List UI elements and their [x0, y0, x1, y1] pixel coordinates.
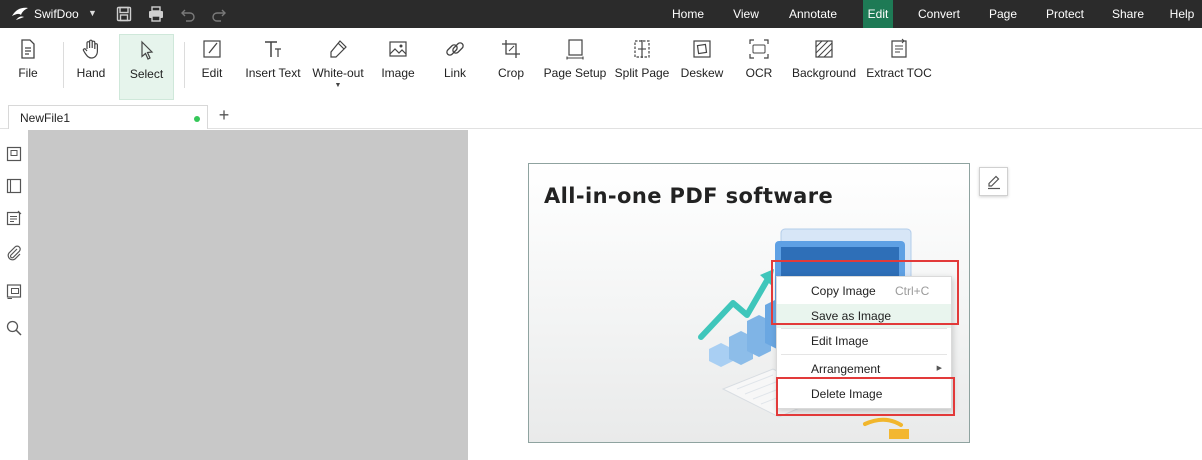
tool-label: Edit	[201, 66, 223, 80]
tool-label: Hand	[76, 66, 106, 80]
tool-file[interactable]: File	[8, 34, 48, 100]
print-icon[interactable]	[147, 5, 165, 23]
menu-convert[interactable]: Convert	[908, 0, 970, 28]
left-sidebar	[0, 130, 28, 460]
unsaved-status-dot	[194, 116, 200, 122]
menu-edit[interactable]: Edit	[863, 0, 893, 28]
tool-label: Insert Text	[245, 66, 301, 80]
tool-ocr[interactable]: OCR	[740, 34, 778, 100]
annotation-list-icon[interactable]	[5, 209, 23, 227]
tool-white-out[interactable]: White-out ▼	[308, 34, 368, 100]
app-name[interactable]: SwifDoo	[34, 7, 79, 21]
tool-label: OCR	[745, 66, 773, 80]
white-out-dropdown-caret-icon[interactable]: ▼	[308, 82, 368, 89]
white-out-icon	[330, 40, 347, 58]
tool-label: File	[18, 66, 38, 80]
deskew-icon	[693, 40, 711, 58]
image-context-menu: Copy Image Ctrl+C Save as Image Edit Ima…	[776, 276, 952, 409]
tool-crop[interactable]: Crop	[492, 34, 530, 100]
tool-hand[interactable]: Hand	[70, 34, 112, 100]
extract-toc-icon	[891, 38, 907, 58]
search-icon[interactable]	[5, 319, 23, 337]
select-cursor-icon	[140, 40, 153, 60]
menu-help[interactable]: Help	[1162, 0, 1202, 28]
form-field-icon[interactable]	[5, 282, 23, 300]
tool-split-page[interactable]: Split Page	[614, 34, 670, 100]
menu-item-delete-image[interactable]: Delete Image	[777, 382, 951, 406]
tool-label: Link	[443, 66, 466, 80]
tool-background[interactable]: Background	[790, 34, 858, 100]
pencil-icon	[988, 175, 1000, 190]
menu-item-label: Copy Image	[811, 284, 876, 298]
submenu-arrow-icon: ▶	[936, 365, 942, 372]
tool-label: Extract TOC	[866, 66, 932, 80]
menu-item-arrangement[interactable]: Arrangement ▶	[777, 357, 951, 381]
tool-label: Split Page	[614, 66, 670, 80]
menu-share[interactable]: Share	[1106, 0, 1150, 28]
attachment-icon[interactable]	[5, 244, 23, 262]
background-icon	[815, 40, 833, 58]
menu-item-label: Edit Image	[811, 334, 869, 348]
split-page-icon	[634, 40, 650, 58]
menu-item-label: Arrangement	[811, 362, 881, 376]
tool-label: Page Setup	[543, 66, 607, 80]
redo-icon[interactable]	[210, 5, 228, 23]
canvas-gray-area	[28, 130, 468, 460]
menu-item-label: Save as Image	[811, 309, 892, 323]
add-tab-button[interactable]: +	[214, 105, 234, 127]
tool-insert-text[interactable]: Insert Text	[243, 34, 303, 100]
bookmark-icon[interactable]	[5, 177, 23, 195]
tool-edit[interactable]: Edit	[192, 34, 232, 100]
tool-page-setup[interactable]: Page Setup	[543, 34, 607, 100]
edit-ribbon: File Hand Select Edit Insert Text White-…	[0, 28, 1202, 103]
toolbar-divider	[184, 42, 185, 88]
menu-item-edit-image[interactable]: Edit Image	[777, 329, 951, 353]
thumbnail-icon[interactable]	[5, 145, 23, 163]
menu-item-label: Delete Image	[811, 387, 883, 401]
menu-item-save-as-image[interactable]: Save as Image	[777, 304, 951, 328]
page-setup-icon	[566, 39, 584, 60]
file-icon	[21, 39, 35, 59]
tool-link[interactable]: Link	[437, 34, 473, 100]
edit-icon	[203, 40, 221, 58]
tool-label: Select	[129, 67, 164, 81]
app-menu-caret-icon[interactable]: ▼	[88, 8, 97, 18]
menu-home[interactable]: Home	[662, 0, 714, 28]
tool-label: Image	[381, 66, 415, 80]
tool-label: White-out	[312, 66, 364, 80]
toolbar-divider	[63, 42, 64, 88]
image-icon	[389, 41, 407, 57]
swifdoo-logo-icon	[12, 7, 28, 20]
insert-text-icon	[265, 41, 281, 57]
tool-deskew[interactable]: Deskew	[680, 34, 724, 100]
document-tab-label: NewFile1	[20, 111, 71, 125]
link-icon	[446, 42, 464, 56]
ocr-icon	[749, 39, 769, 59]
tool-image[interactable]: Image	[377, 34, 419, 100]
menu-divider	[781, 354, 947, 355]
menu-view[interactable]: View	[726, 0, 766, 28]
menu-protect[interactable]: Protect	[1038, 0, 1092, 28]
tool-label: Crop	[497, 66, 524, 80]
floating-edit-image-button[interactable]	[979, 167, 1008, 196]
menu-item-shortcut: Ctrl+C	[895, 284, 930, 298]
image-headline: All-in-one PDF software	[544, 184, 834, 208]
menu-page[interactable]: Page	[982, 0, 1024, 28]
tool-label: Background	[791, 66, 857, 80]
tool-select[interactable]: Select	[119, 34, 174, 100]
hand-icon	[82, 39, 98, 59]
save-icon[interactable]	[115, 5, 133, 23]
document-tab-bar: NewFile1 +	[0, 103, 1202, 129]
menu-annotate[interactable]: Annotate	[780, 0, 846, 28]
crop-icon	[502, 40, 520, 58]
tool-label: Deskew	[680, 66, 724, 80]
menu-item-copy-image[interactable]: Copy Image Ctrl+C	[777, 279, 951, 303]
document-tab[interactable]: NewFile1	[8, 105, 208, 129]
title-bar: SwifDoo ▼ Home View Annotate Edit Conver…	[0, 0, 1202, 28]
tool-extract-toc[interactable]: Extract TOC	[866, 34, 932, 100]
undo-icon[interactable]	[179, 5, 197, 23]
